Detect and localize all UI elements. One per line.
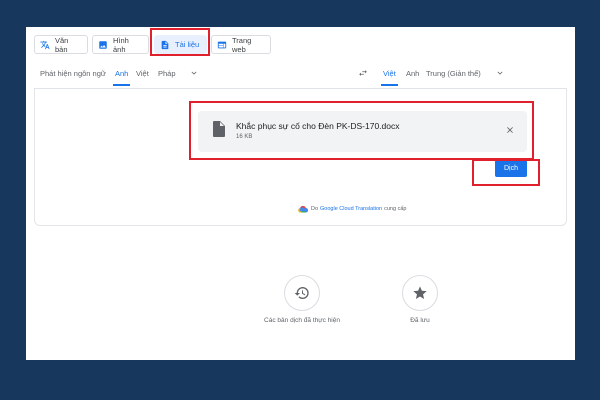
saved-button[interactable] bbox=[402, 275, 438, 311]
target-lang-english[interactable]: Anh bbox=[406, 69, 419, 78]
history-button[interactable] bbox=[284, 275, 320, 311]
chevron-down-icon[interactable] bbox=[189, 68, 199, 78]
star-icon bbox=[413, 286, 427, 299]
target-lang-vietnamese-label: Việt bbox=[383, 69, 396, 78]
translate-page: Văn bản Hình ảnh Tài liệu Trang web Phát… bbox=[26, 27, 575, 360]
language-bar: Phát hiện ngôn ngữ Anh Việt Pháp Việt An… bbox=[26, 61, 575, 87]
history-icon bbox=[294, 287, 309, 299]
highlight-box-translate bbox=[472, 159, 540, 186]
tab-text[interactable]: Văn bản bbox=[34, 35, 88, 54]
highlight-box-file bbox=[189, 101, 534, 160]
chevron-down-icon[interactable] bbox=[495, 68, 505, 78]
image-icon bbox=[98, 40, 108, 50]
source-lang-english-label: Anh bbox=[115, 69, 129, 78]
saved-label: Đã lưu bbox=[410, 317, 430, 324]
target-lang-vietnamese[interactable]: Việt bbox=[381, 69, 398, 86]
swap-languages-icon[interactable] bbox=[357, 68, 369, 78]
powered-suffix: cung cấp bbox=[384, 206, 407, 212]
source-lang-detect[interactable]: Phát hiện ngôn ngữ bbox=[40, 69, 106, 78]
highlight-box-document-tab bbox=[150, 28, 210, 56]
selected-underline bbox=[381, 84, 398, 86]
powered-prefix: Do bbox=[311, 206, 319, 212]
source-lang-french[interactable]: Pháp bbox=[158, 69, 176, 78]
selected-underline bbox=[113, 84, 131, 86]
target-lang-chinese[interactable]: Trung (Giản thể) bbox=[426, 69, 481, 78]
google-cloud-icon bbox=[298, 205, 308, 213]
powered-by: Do Google Cloud Translation cung cấp bbox=[298, 205, 406, 213]
source-lang-english[interactable]: Anh bbox=[113, 69, 131, 86]
translate-icon bbox=[40, 40, 50, 50]
powered-brand-link[interactable]: Google Cloud Translation bbox=[320, 206, 382, 212]
source-lang-vietnamese[interactable]: Việt bbox=[136, 69, 149, 78]
web-icon bbox=[217, 40, 227, 50]
tab-website[interactable]: Trang web bbox=[211, 35, 271, 54]
history-label: Các bản dịch đã thực hiện bbox=[264, 317, 340, 324]
tab-image[interactable]: Hình ảnh bbox=[92, 35, 149, 54]
